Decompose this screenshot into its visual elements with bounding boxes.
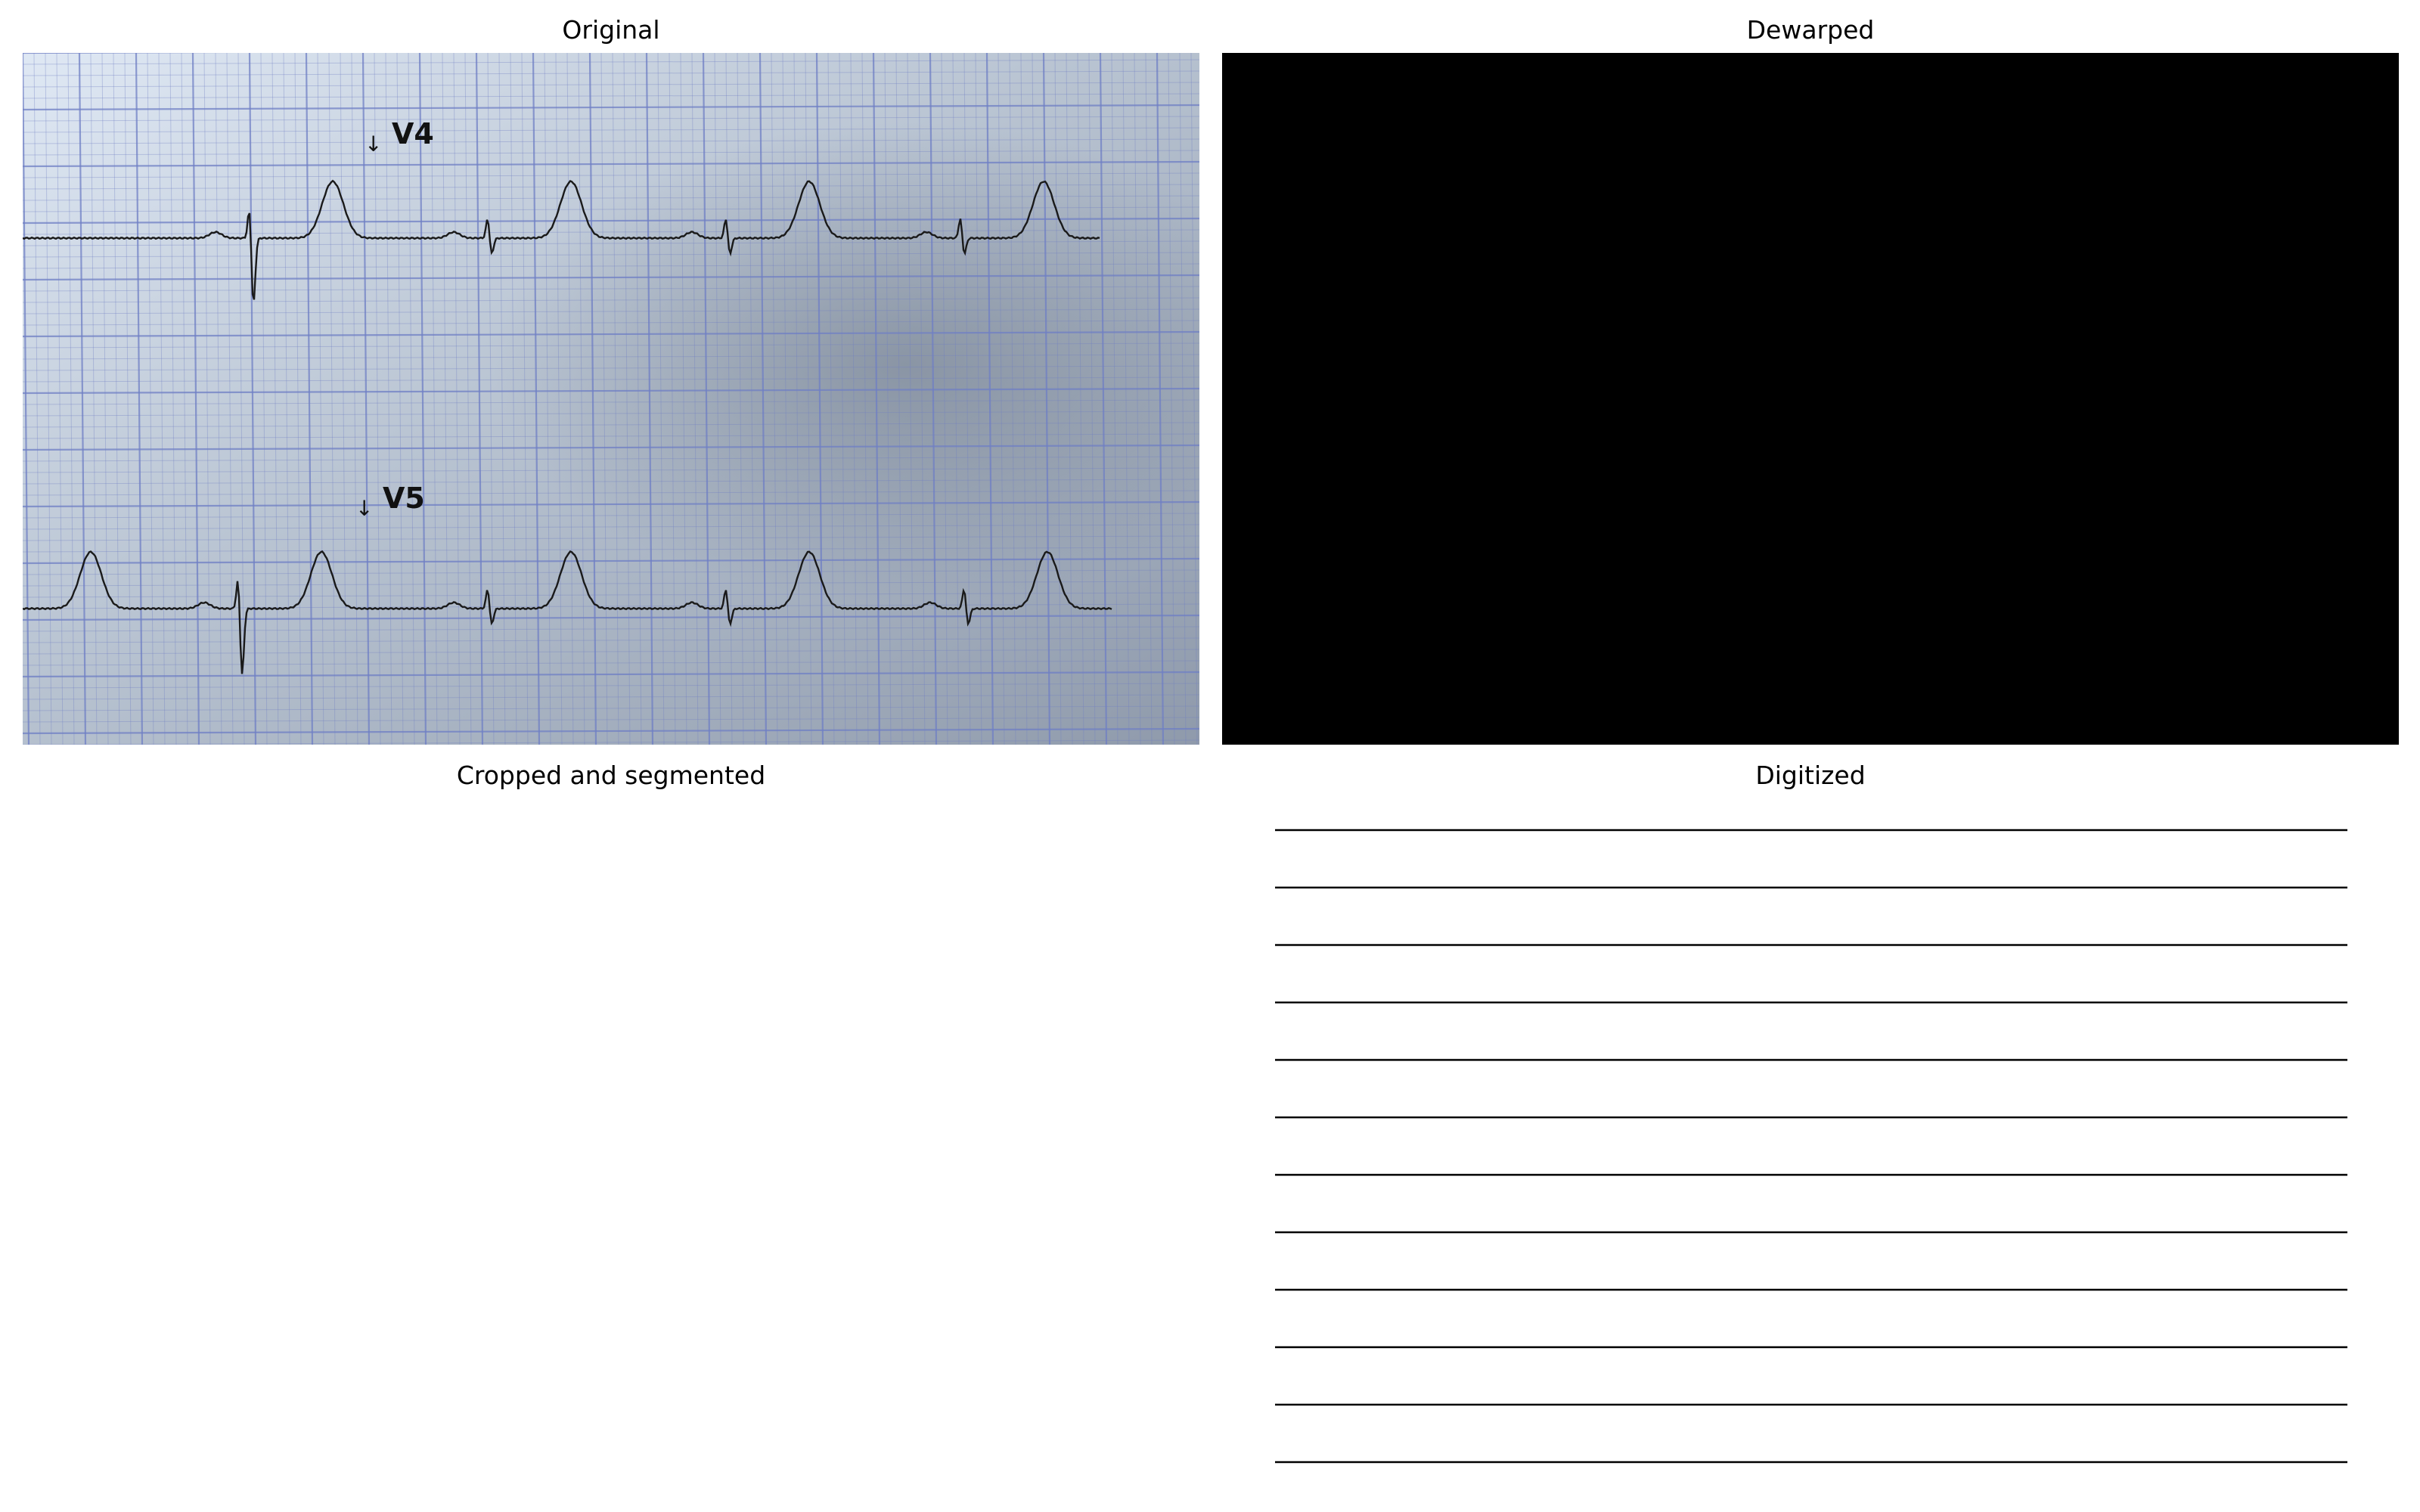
panel-title-dewarped: Dewarped xyxy=(1746,15,1875,45)
svg-text:↓: ↓ xyxy=(355,496,373,521)
digitized-plot xyxy=(1275,800,2347,1480)
panel-title-cropped: Cropped and segmented xyxy=(456,761,766,790)
ecg-paper-svg: ↓ V4 ↓ V5 xyxy=(23,53,1199,745)
svg-text:↓: ↓ xyxy=(365,132,382,156)
cropped-segmented-image xyxy=(23,800,1199,1480)
ecg-paper-shadow xyxy=(23,53,1199,745)
svg-text:V5: V5 xyxy=(383,482,425,515)
panel-title-digitized: Digitized xyxy=(1755,761,1866,790)
digitized-svg xyxy=(1275,829,2347,1464)
dewarped-image xyxy=(1222,53,2399,745)
svg-text:V4: V4 xyxy=(392,117,434,150)
original-ecg-image: ↓ V4 ↓ V5 xyxy=(23,53,1199,745)
panel-title-original: Original xyxy=(562,15,660,45)
